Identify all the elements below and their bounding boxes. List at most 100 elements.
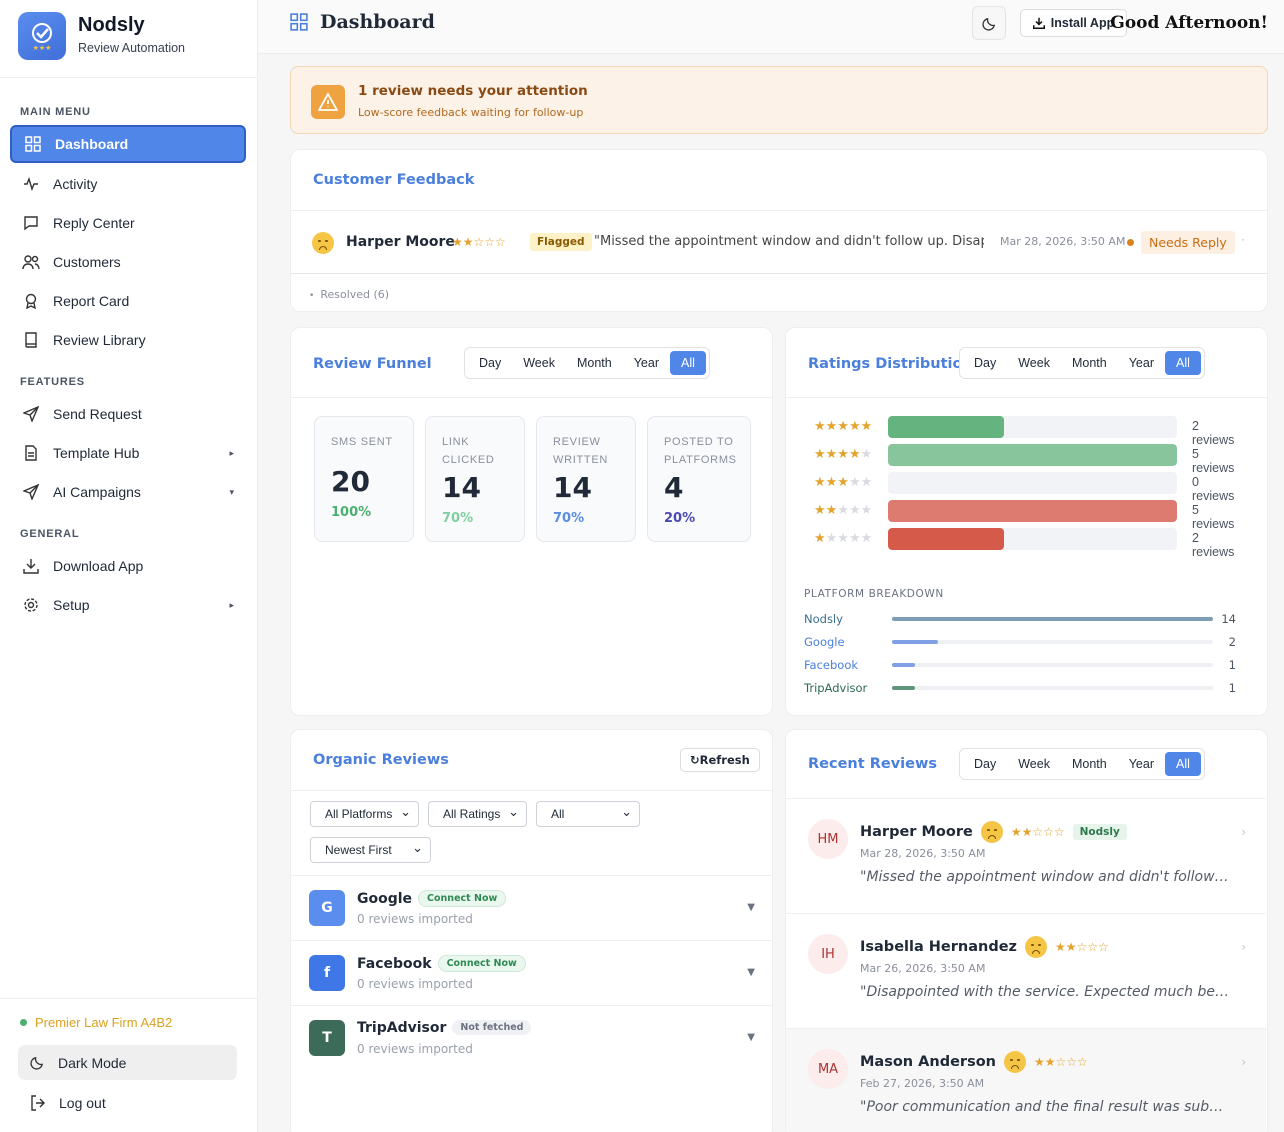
sidebar-item-setup[interactable]: Setup ▸ — [10, 586, 246, 624]
period-year[interactable]: Year — [623, 351, 670, 375]
users-icon — [22, 253, 40, 271]
sidebar-item-activity[interactable]: Activity — [10, 165, 246, 203]
sort-select[interactable]: Newest First — [310, 837, 431, 863]
organic-reviews-card: Organic Reviews ↻Refresh All Platforms A… — [290, 729, 773, 1132]
sidebar-item-ai-campaigns[interactable]: AI Campaigns ▾ — [10, 473, 246, 511]
status-filter[interactable]: All — [536, 801, 640, 827]
sidebar-item-label: Review Library — [53, 332, 146, 348]
platform-row-facebook[interactable]: f Facebook Connect Now 0 reviews imported… — [291, 940, 773, 1005]
platform-row-google[interactable]: G Google Connect Now 0 reviews imported ▼ — [291, 875, 773, 940]
platform-row-tripadvisor[interactable]: T TripAdvisor Not fetched 0 reviews impor… — [291, 1005, 773, 1070]
platform-breakdown-fill — [892, 663, 915, 667]
sidebar-item-download-app[interactable]: Download App — [10, 547, 246, 585]
period-month[interactable]: Month — [1061, 752, 1118, 776]
period-year[interactable]: Year — [1118, 351, 1165, 375]
logout-label: Log out — [59, 1095, 106, 1111]
platform-breakdown-row: Google 2 — [804, 635, 1244, 651]
rating-row-3: ★★★★★ 0 reviews — [814, 472, 1244, 503]
status-dot — [1127, 239, 1134, 246]
connect-now-badge[interactable]: Connect Now — [418, 890, 507, 907]
sad-face-icon — [980, 821, 1003, 843]
sidebar-item-label: Activity — [53, 176, 98, 192]
period-all[interactable]: All — [1164, 752, 1201, 776]
platform-breakdown-track — [892, 686, 1213, 690]
period-week[interactable]: Week — [1007, 351, 1061, 375]
review-item[interactable]: MA Mason Anderson ★★☆☆☆ Feb 27, 2026, 3:5… — [786, 1028, 1266, 1132]
review-item[interactable]: IH Isabella Hernandez ★★☆☆☆ Mar 26, 2026,… — [786, 913, 1266, 1028]
chevron-down-icon[interactable]: ▼ — [747, 1032, 755, 1043]
ratings-period-selector: Day Week Month Year All — [959, 347, 1205, 379]
needs-reply-badge: Needs Reply — [1141, 231, 1235, 254]
platform-breakdown-count: 14 — [1221, 612, 1236, 626]
chevron-right-icon[interactable]: › — [1241, 1055, 1246, 1069]
platform-breakdown-track — [892, 617, 1213, 621]
firm-label: Premier Law Firm A4B2 — [35, 1015, 173, 1030]
resolved-toggle[interactable]: • Resolved (6) — [309, 288, 389, 301]
period-day[interactable]: Day — [963, 351, 1007, 375]
platform-label: TripAdvisor — [357, 1020, 447, 1036]
platform-filter[interactable]: All Platforms — [310, 801, 419, 827]
alert-subtitle: Low-score feedback waiting for follow-up — [358, 106, 584, 119]
platform-subtext: 0 reviews imported — [357, 912, 473, 926]
platform-breakdown-row: TripAdvisor 1 — [804, 681, 1244, 697]
recent-reviews-title: Recent Reviews — [808, 756, 938, 772]
chevron-right-icon[interactable]: › — [1241, 825, 1246, 839]
stat-percent: 20% — [664, 511, 696, 526]
sidebar-item-send-request[interactable]: Send Request — [10, 395, 246, 433]
rating-filter[interactable]: All Ratings — [428, 801, 527, 827]
chevron-right-icon[interactable]: › — [1241, 940, 1246, 954]
ratings-distribution-card: Ratings Distribution Day Week Month Year… — [785, 327, 1268, 716]
moon-icon — [981, 16, 997, 31]
sidebar-footer: Premier Law Firm A4B2 Dark Mode Log out — [0, 998, 257, 1111]
more-icon[interactable]: · — [1241, 233, 1245, 247]
sidebar-item-label: Download App — [53, 558, 144, 574]
review-stars: ★★☆☆☆ — [1010, 825, 1065, 839]
funnel-stat-written: REVIEW WRITTEN 14 70% — [536, 416, 636, 542]
dark-mode-button[interactable]: Dark Mode — [18, 1045, 237, 1080]
sidebar-item-reply-center[interactable]: Reply Center — [10, 204, 246, 242]
rating-bar-fill — [888, 528, 1004, 550]
period-month[interactable]: Month — [1061, 351, 1118, 375]
platform-breakdown-row: Facebook 1 — [804, 658, 1244, 674]
period-week[interactable]: Week — [512, 351, 566, 375]
logout-button[interactable]: Log out — [18, 1091, 106, 1115]
period-year[interactable]: Year — [1118, 752, 1165, 776]
platform-breakdown-title: PLATFORM BREAKDOWN — [804, 588, 944, 600]
rating-row-5: ★★★★★ 2 reviews — [814, 416, 1244, 447]
rating-count: 2 reviews — [1192, 531, 1235, 559]
rating-row-4: ★★★★★ 5 reviews — [814, 444, 1244, 475]
chevron-down-icon[interactable]: ▼ — [747, 902, 755, 913]
sad-face-icon — [1004, 1051, 1027, 1073]
period-day[interactable]: Day — [963, 752, 1007, 776]
download-icon — [1032, 17, 1045, 29]
period-all[interactable]: All — [1164, 351, 1201, 375]
review-date: Feb 27, 2026, 3:50 AM — [860, 1077, 985, 1090]
attention-alert[interactable]: 1 review needs your attention Low-score … — [290, 66, 1268, 134]
period-week[interactable]: Week — [1007, 752, 1061, 776]
brand-logo: ★★★ — [18, 12, 66, 60]
stat-label: POSTED TO PLATFORMS — [664, 436, 737, 466]
chevron-down-icon[interactable]: ▼ — [747, 967, 755, 978]
organic-reviews-title: Organic Reviews — [313, 752, 449, 768]
sidebar-item-customers[interactable]: Customers — [10, 243, 246, 281]
period-all[interactable]: All — [669, 351, 706, 375]
review-quote: "Missed the appointment window and didn'… — [860, 869, 1230, 885]
platform-breakdown-track — [892, 663, 1213, 667]
reviewer-name: Harper Moore — [860, 824, 973, 840]
sidebar-item-template-hub[interactable]: Template Hub ▸ — [10, 434, 246, 472]
review-quote: "Disappointed with the service. Expected… — [860, 984, 1230, 1000]
theme-toggle-button[interactable] — [972, 6, 1006, 40]
review-item[interactable]: HM Harper Moore ★★☆☆☆ Nodsly Mar 28, 2026,… — [786, 798, 1266, 913]
feedback-row[interactable]: Harper Moore ★★☆☆☆ Flagged "Missed the a… — [291, 210, 1267, 274]
section-main-menu: MAIN MENU — [20, 106, 91, 118]
period-month[interactable]: Month — [566, 351, 623, 375]
send-icon — [22, 483, 40, 501]
sidebar-item-report-card[interactable]: Report Card — [10, 282, 246, 320]
refresh-button[interactable]: ↻Refresh — [680, 748, 760, 772]
platform-label: Google — [357, 891, 413, 907]
sidebar-item-review-library[interactable]: Review Library — [10, 321, 246, 359]
period-day[interactable]: Day — [468, 351, 512, 375]
download-icon — [22, 557, 40, 575]
sidebar-item-dashboard[interactable]: Dashboard — [10, 125, 246, 163]
connect-now-badge[interactable]: Connect Now — [437, 955, 526, 972]
